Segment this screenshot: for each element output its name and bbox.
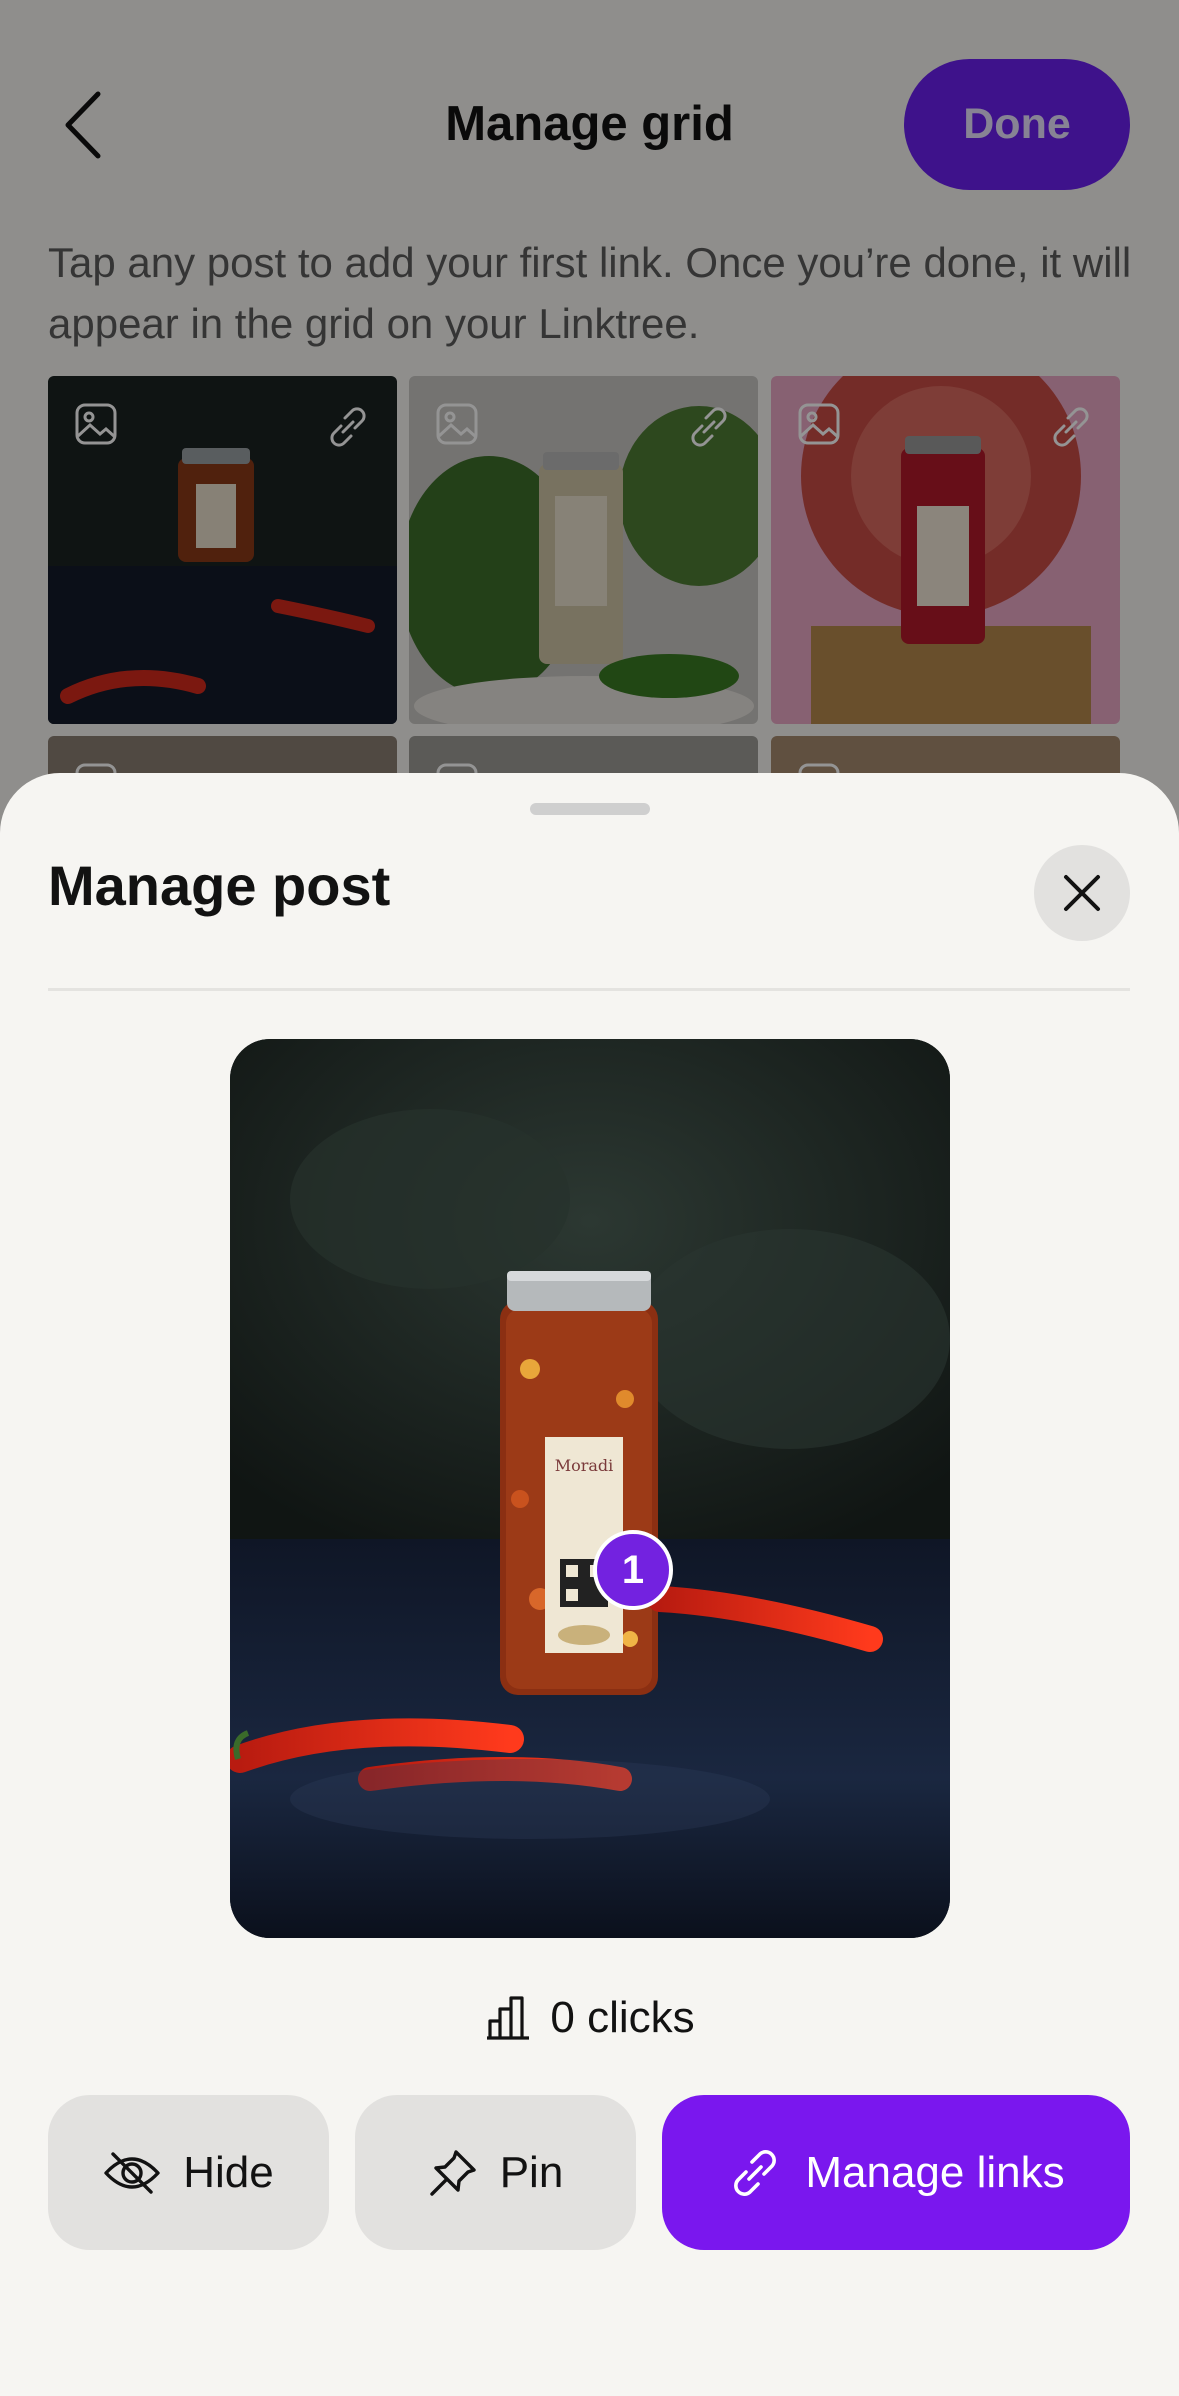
manage-links-label: Manage links [805,2147,1065,2197]
bar-chart-icon [487,1996,530,2040]
close-icon [1064,875,1100,911]
close-button[interactable] [1034,845,1130,941]
link-icon [734,2149,777,2196]
post-actions: Hide Pin Manage links [48,2095,1130,2250]
post-photo: Moradi [230,1039,950,1938]
pin-icon [430,2149,476,2196]
manage-links-button[interactable]: Manage links [662,2095,1130,2250]
link-marker[interactable]: 1 [593,1530,673,1610]
sheet-grabber[interactable] [530,803,650,815]
sheet-title: Manage post [48,854,391,917]
post-preview-image[interactable]: Moradi 1 [230,1039,950,1938]
hide-label: Hide [183,2147,274,2197]
svg-text:Moradi: Moradi [555,1456,614,1475]
divider [48,988,1130,991]
clicks-count: 0 clicks [550,1993,695,2042]
hide-button[interactable]: Hide [48,2095,329,2250]
pin-button[interactable]: Pin [355,2095,636,2250]
click-stats: 0 clicks [0,1993,1179,2043]
pin-label: Pin [499,2147,564,2197]
manage-post-sheet: Manage post Moradi 1 0 clicks Hide Pin M… [0,773,1179,2396]
eye-off-icon [104,2151,160,2194]
